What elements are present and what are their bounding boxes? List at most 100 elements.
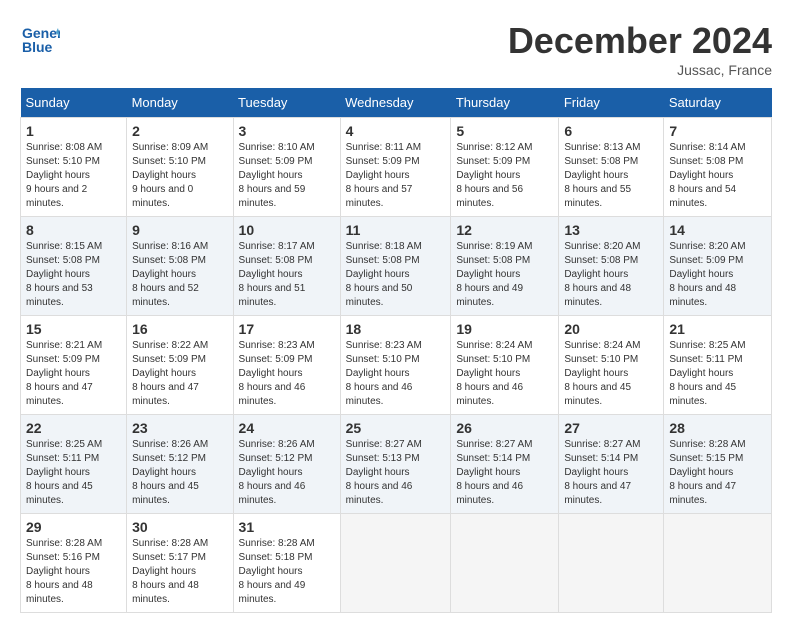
calendar-cell: 2 Sunrise: 8:09 AMSunset: 5:10 PMDayligh… bbox=[127, 118, 233, 217]
calendar-week-row: 15 Sunrise: 8:21 AMSunset: 5:09 PMDaylig… bbox=[21, 316, 772, 415]
calendar-cell: 15 Sunrise: 8:21 AMSunset: 5:09 PMDaylig… bbox=[21, 316, 127, 415]
day-info: Sunrise: 8:23 AMSunset: 5:10 PMDaylight … bbox=[346, 340, 422, 407]
day-number: 17 bbox=[239, 321, 335, 337]
calendar-cell: 9 Sunrise: 8:16 AMSunset: 5:08 PMDayligh… bbox=[127, 217, 233, 316]
calendar-header-row: SundayMondayTuesdayWednesdayThursdayFrid… bbox=[21, 88, 772, 118]
calendar-cell: 18 Sunrise: 8:23 AMSunset: 5:10 PMDaylig… bbox=[340, 316, 451, 415]
day-info: Sunrise: 8:28 AMSunset: 5:17 PMDaylight … bbox=[132, 538, 208, 605]
day-info: Sunrise: 8:19 AMSunset: 5:08 PMDaylight … bbox=[456, 241, 532, 308]
day-number: 1 bbox=[26, 123, 121, 139]
calendar-week-row: 1 Sunrise: 8:08 AMSunset: 5:10 PMDayligh… bbox=[21, 118, 772, 217]
calendar-cell: 19 Sunrise: 8:24 AMSunset: 5:10 PMDaylig… bbox=[451, 316, 559, 415]
calendar-cell: 23 Sunrise: 8:26 AMSunset: 5:12 PMDaylig… bbox=[127, 415, 233, 514]
day-number: 21 bbox=[669, 321, 766, 337]
calendar-cell bbox=[340, 514, 451, 613]
calendar-week-row: 22 Sunrise: 8:25 AMSunset: 5:11 PMDaylig… bbox=[21, 415, 772, 514]
day-number: 29 bbox=[26, 519, 121, 535]
day-number: 19 bbox=[456, 321, 553, 337]
day-info: Sunrise: 8:22 AMSunset: 5:09 PMDaylight … bbox=[132, 340, 208, 407]
day-number: 7 bbox=[669, 123, 766, 139]
day-number: 25 bbox=[346, 420, 446, 436]
calendar-cell: 27 Sunrise: 8:27 AMSunset: 5:14 PMDaylig… bbox=[559, 415, 664, 514]
day-info: Sunrise: 8:10 AMSunset: 5:09 PMDaylight … bbox=[239, 142, 315, 209]
day-info: Sunrise: 8:20 AMSunset: 5:09 PMDaylight … bbox=[669, 241, 745, 308]
calendar-cell: 5 Sunrise: 8:12 AMSunset: 5:09 PMDayligh… bbox=[451, 118, 559, 217]
calendar-cell: 20 Sunrise: 8:24 AMSunset: 5:10 PMDaylig… bbox=[559, 316, 664, 415]
header-friday: Friday bbox=[559, 88, 664, 118]
calendar-cell: 13 Sunrise: 8:20 AMSunset: 5:08 PMDaylig… bbox=[559, 217, 664, 316]
day-number: 4 bbox=[346, 123, 446, 139]
title-block: December 2024 Jussac, France bbox=[508, 20, 772, 78]
header-saturday: Saturday bbox=[664, 88, 772, 118]
day-number: 26 bbox=[456, 420, 553, 436]
calendar-table: SundayMondayTuesdayWednesdayThursdayFrid… bbox=[20, 88, 772, 613]
day-number: 2 bbox=[132, 123, 227, 139]
calendar-cell: 28 Sunrise: 8:28 AMSunset: 5:15 PMDaylig… bbox=[664, 415, 772, 514]
day-number: 6 bbox=[564, 123, 658, 139]
calendar-cell bbox=[451, 514, 559, 613]
day-number: 5 bbox=[456, 123, 553, 139]
header-monday: Monday bbox=[127, 88, 233, 118]
day-info: Sunrise: 8:28 AMSunset: 5:16 PMDaylight … bbox=[26, 538, 102, 605]
day-info: Sunrise: 8:26 AMSunset: 5:12 PMDaylight … bbox=[239, 439, 315, 506]
day-number: 31 bbox=[239, 519, 335, 535]
day-number: 22 bbox=[26, 420, 121, 436]
day-number: 12 bbox=[456, 222, 553, 238]
calendar-cell: 29 Sunrise: 8:28 AMSunset: 5:16 PMDaylig… bbox=[21, 514, 127, 613]
day-number: 27 bbox=[564, 420, 658, 436]
calendar-cell bbox=[664, 514, 772, 613]
day-number: 28 bbox=[669, 420, 766, 436]
calendar-cell: 12 Sunrise: 8:19 AMSunset: 5:08 PMDaylig… bbox=[451, 217, 559, 316]
calendar-cell: 10 Sunrise: 8:17 AMSunset: 5:08 PMDaylig… bbox=[233, 217, 340, 316]
day-info: Sunrise: 8:12 AMSunset: 5:09 PMDaylight … bbox=[456, 142, 532, 209]
header-wednesday: Wednesday bbox=[340, 88, 451, 118]
svg-text:Blue: Blue bbox=[22, 39, 53, 55]
page-header: General Blue December 2024 Jussac, Franc… bbox=[20, 20, 772, 78]
day-info: Sunrise: 8:17 AMSunset: 5:08 PMDaylight … bbox=[239, 241, 315, 308]
day-info: Sunrise: 8:08 AMSunset: 5:10 PMDaylight … bbox=[26, 142, 102, 209]
day-info: Sunrise: 8:26 AMSunset: 5:12 PMDaylight … bbox=[132, 439, 208, 506]
calendar-cell: 26 Sunrise: 8:27 AMSunset: 5:14 PMDaylig… bbox=[451, 415, 559, 514]
day-info: Sunrise: 8:25 AMSunset: 5:11 PMDaylight … bbox=[26, 439, 102, 506]
day-info: Sunrise: 8:16 AMSunset: 5:08 PMDaylight … bbox=[132, 241, 208, 308]
calendar-cell: 31 Sunrise: 8:28 AMSunset: 5:18 PMDaylig… bbox=[233, 514, 340, 613]
day-info: Sunrise: 8:28 AMSunset: 5:15 PMDaylight … bbox=[669, 439, 745, 506]
calendar-cell: 22 Sunrise: 8:25 AMSunset: 5:11 PMDaylig… bbox=[21, 415, 127, 514]
day-info: Sunrise: 8:24 AMSunset: 5:10 PMDaylight … bbox=[564, 340, 640, 407]
day-number: 13 bbox=[564, 222, 658, 238]
header-sunday: Sunday bbox=[21, 88, 127, 118]
calendar-cell: 7 Sunrise: 8:14 AMSunset: 5:08 PMDayligh… bbox=[664, 118, 772, 217]
calendar-cell: 16 Sunrise: 8:22 AMSunset: 5:09 PMDaylig… bbox=[127, 316, 233, 415]
day-info: Sunrise: 8:20 AMSunset: 5:08 PMDaylight … bbox=[564, 241, 640, 308]
month-title: December 2024 bbox=[508, 20, 772, 62]
calendar-cell: 11 Sunrise: 8:18 AMSunset: 5:08 PMDaylig… bbox=[340, 217, 451, 316]
calendar-cell: 4 Sunrise: 8:11 AMSunset: 5:09 PMDayligh… bbox=[340, 118, 451, 217]
day-info: Sunrise: 8:28 AMSunset: 5:18 PMDaylight … bbox=[239, 538, 315, 605]
calendar-cell: 21 Sunrise: 8:25 AMSunset: 5:11 PMDaylig… bbox=[664, 316, 772, 415]
day-info: Sunrise: 8:18 AMSunset: 5:08 PMDaylight … bbox=[346, 241, 422, 308]
day-number: 20 bbox=[564, 321, 658, 337]
calendar-cell bbox=[559, 514, 664, 613]
calendar-cell: 8 Sunrise: 8:15 AMSunset: 5:08 PMDayligh… bbox=[21, 217, 127, 316]
day-info: Sunrise: 8:24 AMSunset: 5:10 PMDaylight … bbox=[456, 340, 532, 407]
day-info: Sunrise: 8:25 AMSunset: 5:11 PMDaylight … bbox=[669, 340, 745, 407]
calendar-cell: 17 Sunrise: 8:23 AMSunset: 5:09 PMDaylig… bbox=[233, 316, 340, 415]
header-thursday: Thursday bbox=[451, 88, 559, 118]
day-number: 18 bbox=[346, 321, 446, 337]
calendar-cell: 1 Sunrise: 8:08 AMSunset: 5:10 PMDayligh… bbox=[21, 118, 127, 217]
day-number: 10 bbox=[239, 222, 335, 238]
day-number: 15 bbox=[26, 321, 121, 337]
day-info: Sunrise: 8:27 AMSunset: 5:13 PMDaylight … bbox=[346, 439, 422, 506]
day-number: 23 bbox=[132, 420, 227, 436]
day-info: Sunrise: 8:13 AMSunset: 5:08 PMDaylight … bbox=[564, 142, 640, 209]
day-number: 24 bbox=[239, 420, 335, 436]
day-number: 30 bbox=[132, 519, 227, 535]
day-number: 9 bbox=[132, 222, 227, 238]
day-number: 16 bbox=[132, 321, 227, 337]
location-subtitle: Jussac, France bbox=[508, 62, 772, 78]
logo-icon: General Blue bbox=[20, 20, 60, 60]
logo: General Blue bbox=[20, 20, 60, 65]
day-info: Sunrise: 8:21 AMSunset: 5:09 PMDaylight … bbox=[26, 340, 102, 407]
day-info: Sunrise: 8:23 AMSunset: 5:09 PMDaylight … bbox=[239, 340, 315, 407]
calendar-cell: 24 Sunrise: 8:26 AMSunset: 5:12 PMDaylig… bbox=[233, 415, 340, 514]
